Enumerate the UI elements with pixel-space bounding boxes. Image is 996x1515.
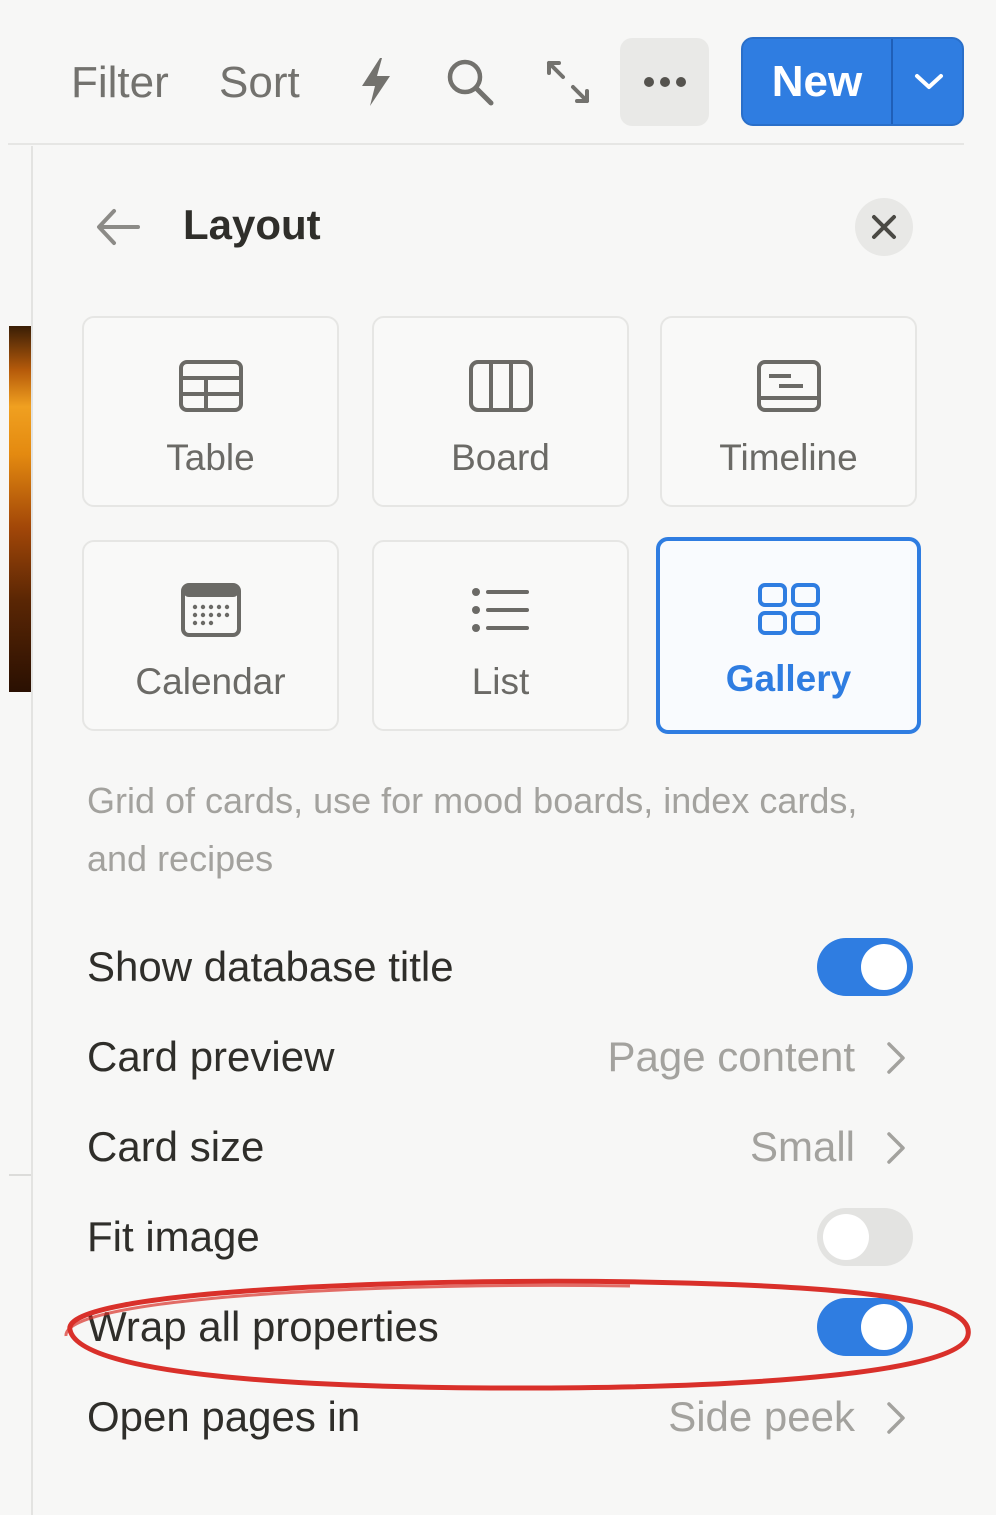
- layout-option-label: Gallery: [725, 658, 852, 699]
- lightning-icon[interactable]: [346, 52, 406, 112]
- more-options-button[interactable]: [620, 38, 709, 126]
- chevron-right-icon: [887, 1132, 905, 1164]
- layout-option-timeline[interactable]: Timeline: [660, 316, 917, 507]
- setting-label: Show database title: [87, 943, 454, 990]
- toggle-knob: [861, 1304, 907, 1350]
- toggle-knob: [823, 1214, 869, 1260]
- layout-option-label: Board: [451, 437, 550, 478]
- setting-label: Card size: [87, 1123, 265, 1170]
- table-icon: [176, 356, 246, 416]
- layout-option-list[interactable]: List: [372, 540, 629, 731]
- setting-value[interactable]: Side peek: [668, 1392, 855, 1442]
- highlight-annotation: [64, 1278, 971, 1391]
- setting-card-size[interactable]: Card size Small: [87, 1112, 917, 1182]
- setting-open-pages-in[interactable]: Open pages in Side peek: [87, 1382, 917, 1452]
- background-divider: [9, 1174, 31, 1176]
- setting-label: Fit image: [87, 1213, 260, 1260]
- setting-show-database-title[interactable]: Show database title: [87, 932, 917, 1002]
- setting-value[interactable]: Page content: [607, 1032, 855, 1082]
- setting-label: Open pages in: [87, 1393, 361, 1440]
- chevron-right-icon: [887, 1402, 905, 1434]
- layout-option-calendar[interactable]: Calendar: [82, 540, 339, 731]
- layout-option-label: Timeline: [719, 437, 858, 478]
- toggle-knob: [861, 944, 907, 990]
- new-button[interactable]: New: [743, 39, 891, 124]
- setting-card-preview[interactable]: Card preview Page content: [87, 1022, 917, 1092]
- chevron-right-icon: [887, 1042, 905, 1074]
- close-button[interactable]: [855, 198, 913, 256]
- setting-label: Wrap all properties: [87, 1303, 439, 1350]
- calendar-icon: [176, 580, 246, 640]
- search-icon[interactable]: [440, 52, 500, 112]
- panel-left-edge: [31, 146, 33, 1515]
- chevron-down-icon: [914, 73, 943, 89]
- show-title-toggle[interactable]: [817, 938, 913, 996]
- setting-value[interactable]: Small: [750, 1122, 855, 1172]
- gallery-icon: [754, 579, 824, 639]
- more-icon: [643, 77, 686, 87]
- layout-option-label: Table: [166, 437, 255, 478]
- layout-option-table[interactable]: Table: [82, 316, 339, 507]
- expand-icon[interactable]: [538, 52, 598, 112]
- timeline-icon: [754, 356, 824, 416]
- fit-image-toggle[interactable]: [817, 1208, 913, 1266]
- setting-label: Card preview: [87, 1033, 335, 1080]
- panel-title: Layout: [183, 201, 321, 248]
- filter-button[interactable]: Filter: [71, 58, 169, 108]
- sort-button[interactable]: Sort: [219, 58, 300, 108]
- database-toolbar: Filter Sort New: [0, 0, 996, 146]
- new-dropdown-button[interactable]: [893, 39, 962, 124]
- list-icon: [466, 580, 536, 640]
- layout-option-board[interactable]: Board: [372, 316, 629, 507]
- board-icon: [466, 356, 536, 416]
- wrap-properties-toggle[interactable]: [817, 1298, 913, 1356]
- setting-fit-image[interactable]: Fit image: [87, 1202, 917, 1272]
- setting-wrap-all-properties[interactable]: Wrap all properties: [87, 1292, 917, 1362]
- close-icon: [872, 215, 896, 239]
- layout-option-label: List: [471, 661, 530, 702]
- back-arrow-icon[interactable]: [94, 205, 142, 249]
- toolbar-divider: [8, 143, 964, 145]
- background-gallery-image: [9, 326, 31, 692]
- layout-option-gallery[interactable]: Gallery: [656, 537, 921, 734]
- layout-description: Grid of cards, use for mood boards, inde…: [87, 780, 858, 879]
- new-button-group: New: [741, 37, 964, 126]
- layout-option-label: Calendar: [135, 661, 286, 702]
